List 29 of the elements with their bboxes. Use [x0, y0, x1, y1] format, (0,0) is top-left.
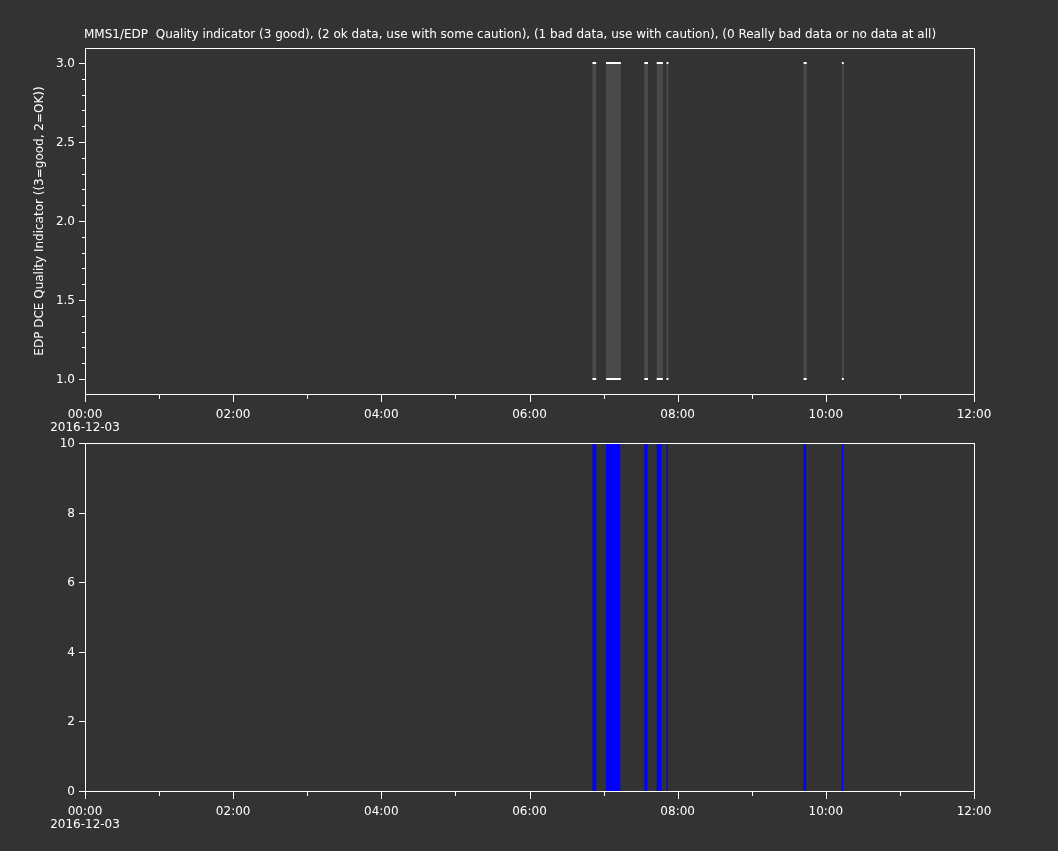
y-tick-label: 2.0: [55, 214, 75, 228]
x-tick-label: 08:00: [660, 407, 695, 421]
date-label: 2016-12-03: [50, 817, 120, 831]
x-tick-label: 06:00: [512, 407, 547, 421]
y-tick-label: 3.0: [55, 56, 75, 70]
x-tick-label: 10:00: [808, 407, 844, 421]
date-label: 2016-12-03: [50, 420, 120, 434]
y-tick-label: 2.5: [55, 135, 75, 149]
y-tick-label: 6: [67, 575, 75, 590]
plot-title: MMS1/EDP Quality indicator (3 good), (2 ok data, use with some caution), (1 bad data, use with caution), (0 Really bad data or no data at all): [84, 26, 937, 42]
y-tick-label: 0: [67, 784, 75, 798]
x-tick-label: 06:00: [512, 804, 547, 818]
y-tick-label: 1.5: [55, 293, 75, 307]
x-tick-label: 02:00: [215, 804, 251, 818]
x-tick-label: 10:00: [808, 804, 844, 818]
y-tick-label: 4: [67, 644, 75, 659]
x-tick-label: 00:00: [67, 804, 103, 818]
x-tick-label: 04:00: [364, 804, 399, 818]
x-tick-label: 12:00: [956, 407, 992, 421]
x-tick-label: 12:00: [956, 804, 992, 818]
x-tick-label: 08:00: [660, 804, 695, 818]
x-tick-label: 02:00: [215, 407, 251, 421]
y-axis-label: EDP DCE Quality Indicator ((3=good, 2=OK)): [32, 86, 46, 356]
x-tick-label: 04:00: [364, 407, 399, 421]
y-tick-label: 1.0: [55, 372, 75, 386]
x-tick-label: 00:00: [67, 407, 103, 421]
y-tick-label: 2: [67, 714, 75, 729]
y-tick-label: 8: [67, 505, 75, 520]
y-tick-label: 10: [59, 436, 75, 450]
